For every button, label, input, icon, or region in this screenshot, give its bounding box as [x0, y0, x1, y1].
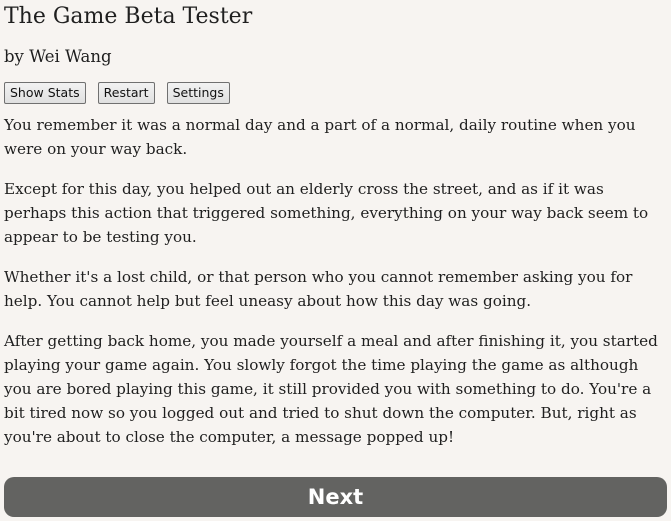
story-paragraph-3: Whether it's a lost child, or that perso… [4, 268, 633, 310]
show-stats-button[interactable]: Show Stats [4, 82, 86, 104]
toolbar: Show Stats Restart Settings [4, 82, 667, 104]
story-paragraph-2: Except for this day, you helped out an e… [4, 180, 649, 246]
settings-button[interactable]: Settings [166, 82, 230, 104]
restart-button[interactable]: Restart [97, 82, 155, 104]
story-text: You remember it was a normal day and a p… [4, 113, 667, 449]
next-button[interactable]: Next [4, 477, 667, 517]
game-page: The Game Beta Tester by Wei Wang Show St… [0, 4, 671, 521]
story-paragraph-1: You remember it was a normal day and a p… [4, 116, 636, 158]
author-byline: by Wei Wang [4, 47, 112, 66]
story-paragraph-4: After getting back home, you made yourse… [4, 332, 658, 446]
page-title: The Game Beta Tester [4, 4, 253, 29]
